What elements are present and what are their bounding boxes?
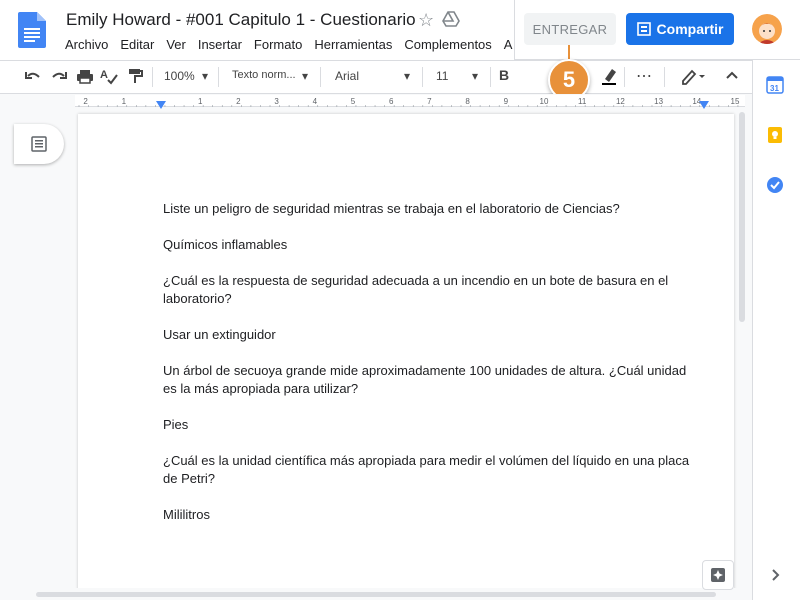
more-options-icon[interactable]: ⋯ (636, 66, 652, 86)
right-indent-marker-icon[interactable] (699, 96, 709, 109)
ruler-tick-label: 4 (313, 97, 318, 106)
ruler-tick-label: 8 (465, 97, 470, 106)
editing-mode-icon[interactable] (680, 66, 706, 86)
chevron-down-icon: ▾ (202, 69, 209, 83)
menu-formato[interactable]: Formato (254, 37, 302, 52)
menu-editar[interactable]: Editar (120, 37, 154, 52)
paragraph[interactable]: Liste un peligro de seguridad mientras s… (163, 200, 703, 218)
ruler-tick-label: 13 (654, 97, 663, 106)
share-button[interactable]: Compartir (626, 13, 734, 45)
svg-text:A: A (100, 69, 108, 81)
chevron-down-icon: ▾ (404, 69, 411, 83)
ruler-tick-label: 2 (236, 97, 241, 106)
chevron-down-icon: ▾ (472, 69, 479, 83)
document-body[interactable]: Liste un peligro de seguridad mientras s… (163, 200, 703, 542)
paragraph[interactable]: ¿Cuál es la respuesta de seguridad adecu… (163, 272, 703, 308)
ruler-tick-label: 1 (198, 97, 203, 106)
ruler-tick-label: 12 (616, 97, 625, 106)
expand-icon[interactable] (766, 566, 784, 584)
document-title[interactable]: Emily Howard - #001 Capitulo 1 - Cuestio… (66, 10, 416, 30)
font-size-select[interactable]: 11 (436, 69, 448, 83)
share-button-label: Compartir (656, 21, 724, 37)
explore-icon (711, 568, 725, 582)
paragraph[interactable]: Químicos inflamables (163, 236, 703, 254)
undo-icon[interactable] (24, 66, 42, 86)
vertical-ruler (0, 108, 14, 588)
print-icon[interactable] (76, 66, 94, 86)
star-icon[interactable]: ☆ (418, 10, 434, 31)
zoom-select[interactable]: 100% (164, 69, 195, 83)
chevron-down-icon: ▾ (302, 69, 309, 83)
menu-herramientas[interactable]: Herramientas (314, 37, 392, 52)
ruler-tick-label: 1 (122, 97, 127, 106)
ruler-tick-label: 11 (578, 97, 587, 106)
explore-button[interactable] (702, 560, 734, 590)
horizontal-scrollbar-thumb[interactable] (36, 592, 716, 597)
menu-bar: Archivo Editar Ver Insertar Formato Herr… (65, 37, 524, 52)
paint-format-icon[interactable] (126, 66, 144, 86)
keep-icon[interactable] (766, 126, 784, 144)
style-select[interactable]: Texto norm... (232, 69, 296, 81)
paragraph[interactable]: Usar un extinguidor (163, 326, 703, 344)
ruler-tick-label: 9 (504, 97, 509, 106)
ruler-area[interactable]: 211234567891011121314151617 (75, 95, 745, 107)
redo-icon[interactable] (50, 66, 68, 86)
docs-logo-icon[interactable] (18, 12, 46, 48)
move-to-drive-icon[interactable] (442, 10, 460, 28)
menu-archivo[interactable]: Archivo (65, 37, 108, 52)
collapse-menus-icon[interactable] (724, 66, 740, 86)
bold-button[interactable]: B (499, 67, 509, 83)
menu-ver[interactable]: Ver (166, 37, 186, 52)
ruler-tick-label: 6 (389, 97, 394, 106)
ruler-tick-label: 10 (540, 97, 549, 106)
indent-marker-icon[interactable] (156, 96, 166, 109)
document-outline-button[interactable] (14, 124, 64, 164)
calendar-icon[interactable]: 31 (766, 76, 784, 94)
ruler-tick-label: 15 (731, 97, 740, 106)
ruler-tick-label: 7 (427, 97, 432, 106)
ruler-tick-label: 5 (351, 97, 356, 106)
spellcheck-icon[interactable]: A (100, 66, 118, 86)
font-select[interactable]: Arial (335, 69, 359, 83)
paragraph[interactable]: ¿Cuál es la unidad científica más apropi… (163, 452, 703, 488)
ruler-tick-label: 2 (83, 97, 88, 106)
ruler-ticks: 211234567891011121314151617 (78, 97, 740, 107)
menu-ayuda[interactable]: A (504, 37, 513, 52)
lock-icon (636, 22, 651, 36)
svg-text:31: 31 (770, 84, 779, 93)
outline-icon (31, 136, 47, 152)
vertical-scrollbar-thumb[interactable] (739, 112, 745, 322)
submit-button[interactable]: ENTREGAR (524, 13, 616, 45)
highlight-icon[interactable] (600, 66, 618, 86)
menu-complementos[interactable]: Complementos (404, 37, 491, 52)
paragraph[interactable]: Pies (163, 416, 703, 434)
ruler-tick-label: 3 (274, 97, 279, 106)
avatar[interactable] (752, 14, 782, 44)
tasks-icon[interactable] (766, 176, 784, 194)
menu-insertar[interactable]: Insertar (198, 37, 242, 52)
paragraph[interactable]: Un árbol de secuoya grande mide aproxima… (163, 362, 703, 398)
paragraph[interactable]: Mililitros (163, 506, 703, 524)
